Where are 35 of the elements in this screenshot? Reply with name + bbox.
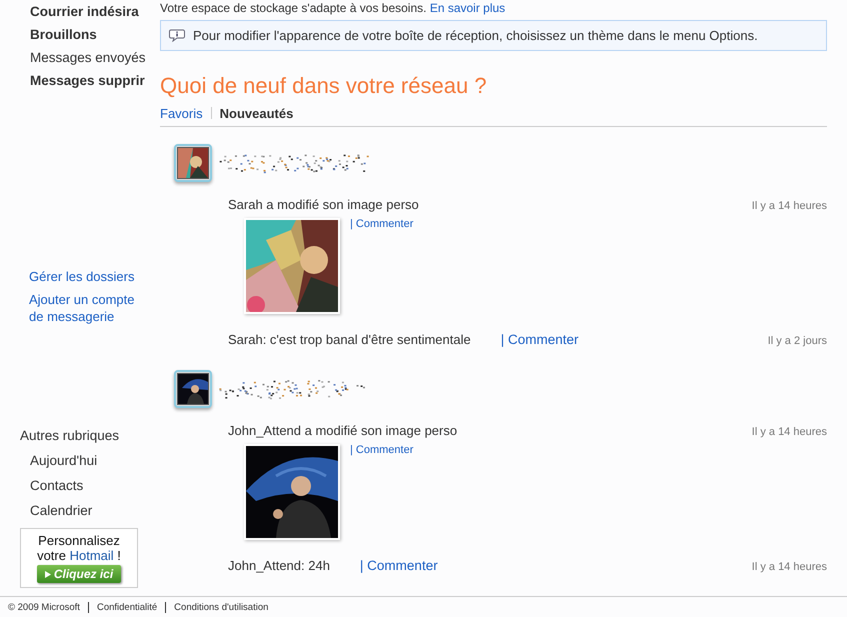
timestamp: Il y a 14 heures xyxy=(752,561,827,573)
learn-more-link[interactable]: En savoir plus xyxy=(430,1,506,15)
timestamp: Il y a 2 jours xyxy=(768,335,827,347)
sidebar-item[interactable]: Aujourd'hui xyxy=(20,453,160,478)
timestamp: Il y a 14 heures xyxy=(752,426,827,438)
feed-tab[interactable]: Nouveautés xyxy=(220,106,294,120)
folder-item[interactable]: Courrier indésira xyxy=(30,0,160,23)
section-heading: Autres rubriques xyxy=(20,428,120,445)
folder-item[interactable]: Messages supprir xyxy=(30,69,160,92)
avatar-frame[interactable] xyxy=(174,370,212,408)
avatar-frame[interactable] xyxy=(174,144,212,182)
folder-item[interactable]: Messages envoyés xyxy=(30,46,160,69)
footer-link[interactable]: Confidentialité xyxy=(96,602,158,612)
footer-link[interactable]: Conditions d'utilisation xyxy=(174,602,268,612)
folder-item[interactable]: Brouillons xyxy=(30,23,160,46)
status-text: John_Attend: 24h xyxy=(228,558,330,573)
sidebar-item[interactable]: Contacts xyxy=(20,478,160,503)
comment-link[interactable]: | Commenter xyxy=(350,218,414,230)
status-text: Sarah: c'est trop banal d'être sentimentale xyxy=(228,332,471,347)
comment-link[interactable]: | Commenter xyxy=(360,558,438,573)
info-bubble-icon xyxy=(169,29,185,42)
activity-text: John_Attend a modifié son image perso xyxy=(228,423,458,438)
sidebar-item[interactable]: Calendrier xyxy=(20,503,160,528)
sidebar-link[interactable]: Gérer les dossiers xyxy=(29,268,149,285)
feed-tab[interactable]: Favoris xyxy=(160,106,203,120)
info-text: Pour modifier l'apparence de votre boîte de réception, choisissez un thème dans le menu Options. xyxy=(193,28,758,43)
storage-notice: Votre espace de stockage s'adapte à vos besoins. xyxy=(160,1,426,15)
timestamp: Il y a 14 heures xyxy=(752,200,827,212)
comment-link[interactable]: | Commenter xyxy=(500,332,578,347)
promo-text: Personnalisez votre Hotmail ! xyxy=(36,533,122,563)
section-title: Quoi de neuf dans votre réseau ? xyxy=(160,73,488,99)
activity-text: Sarah a modifié son image perso xyxy=(228,197,419,212)
comment-link[interactable]: | Commenter xyxy=(350,444,414,456)
sidebar-link[interactable]: Ajouter un compte de messagerie xyxy=(29,291,149,325)
play-icon xyxy=(44,570,51,578)
